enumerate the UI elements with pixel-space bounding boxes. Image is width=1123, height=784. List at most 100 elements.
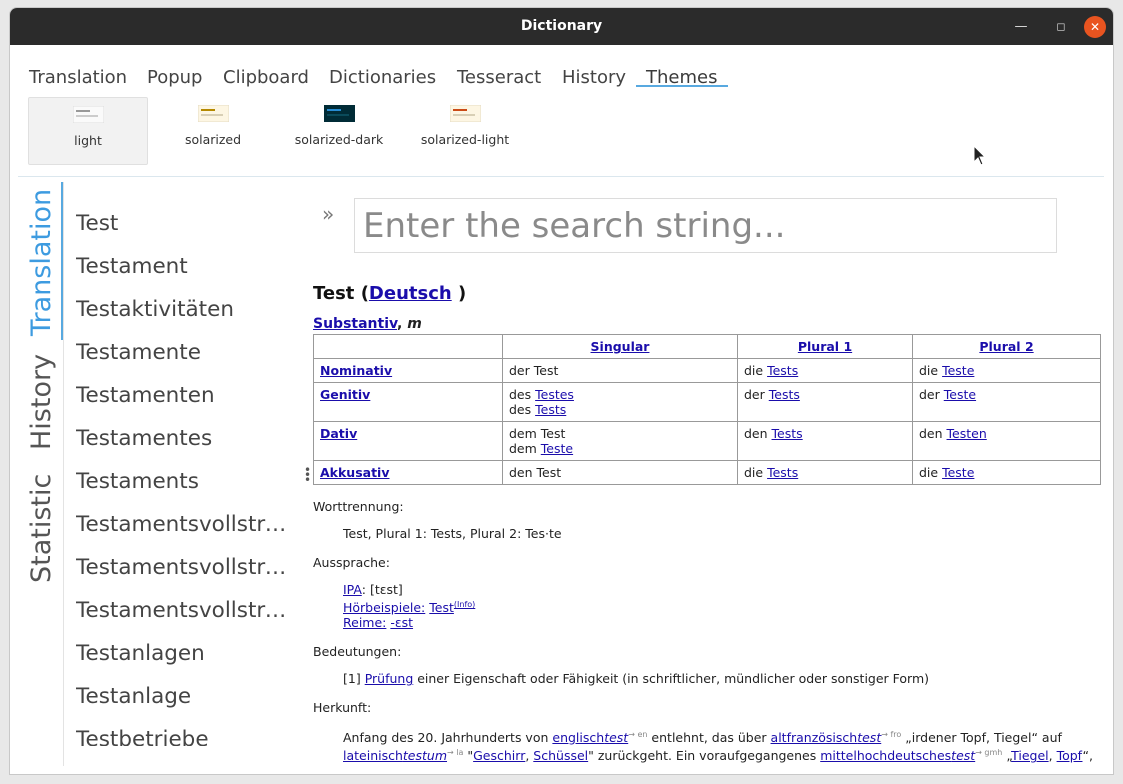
list-item[interactable]: Testamente	[76, 340, 288, 365]
herkunft-text-part: ,	[1048, 748, 1057, 764]
etymon-link[interactable]: test	[604, 730, 628, 745]
list-item[interactable]: Testaments	[76, 469, 288, 494]
etymology-link[interactable]: Topf	[1057, 748, 1083, 763]
minimize-icon[interactable]: —	[1010, 16, 1032, 38]
header-link[interactable]: Plural 1	[798, 339, 852, 354]
list-item[interactable]: Testbetriebe	[76, 727, 288, 746]
bedeutung-link[interactable]: Prüfung	[365, 671, 414, 686]
form-link[interactable]: Testes	[535, 387, 574, 402]
form-link[interactable]: Tests	[772, 426, 803, 441]
side-tab-history[interactable]: History	[18, 354, 64, 454]
list-item[interactable]: Testamentes	[76, 426, 288, 451]
list-item[interactable]: Testanlage	[76, 684, 288, 709]
form-text: Test	[533, 363, 559, 378]
etymon-link[interactable]: test	[951, 748, 975, 763]
gender: m	[407, 316, 422, 332]
theme-solarized-light-label: solarized-light	[420, 132, 510, 147]
title-bar: Dictionary — ◻ ✕	[10, 8, 1113, 45]
declension-table: Singular Plural 1 Plural 2 Nominativ der …	[313, 334, 1101, 485]
close-icon[interactable]: ✕	[1084, 16, 1106, 38]
theme-solarized[interactable]: solarized	[154, 97, 272, 163]
audio-link[interactable]: Test	[429, 600, 454, 615]
tab-translation[interactable]: Translation	[29, 67, 127, 88]
herkunft-text-part: „irdener Topf, Tiegel“ auf	[901, 730, 1062, 746]
search-input[interactable]: Enter the search string...	[354, 198, 1057, 253]
form-cell: dem Test dem Teste	[502, 421, 738, 461]
reim-link[interactable]: -ɛst	[390, 615, 413, 630]
side-tabs: Translation History Statistic	[18, 184, 64, 766]
tab-clipboard[interactable]: Clipboard	[223, 67, 309, 88]
side-tab-history-label: History	[26, 353, 57, 450]
article-word: die	[919, 363, 943, 378]
etymology-link[interactable]: Tiegel	[1011, 748, 1049, 763]
etymology-link[interactable]: englisch	[552, 730, 604, 745]
side-tab-translation[interactable]: Translation	[18, 184, 64, 344]
theme-solarized-dark[interactable]: solarized-dark	[280, 97, 398, 163]
tab-history[interactable]: History	[562, 67, 626, 88]
form-link[interactable]: Teste	[944, 387, 976, 402]
case-link[interactable]: Dativ	[320, 426, 357, 441]
pos-link[interactable]: Substantiv	[313, 316, 397, 332]
list-item[interactable]: Test	[76, 211, 288, 236]
form-link[interactable]: Testen	[947, 426, 987, 441]
form-link[interactable]: Tests	[769, 387, 800, 402]
splitter-handle[interactable]: • • •	[304, 464, 311, 486]
list-item[interactable]: Testamentsvollstrecker	[76, 512, 288, 537]
form-cell: der Test	[502, 358, 738, 383]
case-link[interactable]: Genitiv	[320, 387, 370, 402]
tab-tesseract[interactable]: Tesseract	[457, 67, 541, 88]
list-item[interactable]: Testamentsvollstreckers	[76, 598, 288, 623]
theme-light[interactable]: light	[28, 97, 148, 165]
list-item[interactable]: Testaktivitäten	[76, 297, 288, 322]
etymology-link[interactable]: altfranzösisch	[771, 730, 858, 745]
maximize-icon[interactable]: ◻	[1050, 16, 1072, 38]
word-list: Test Testament Testaktivitäten Testament…	[76, 206, 296, 746]
table-row: Dativ dem Test dem Teste den Tests den Teste…	[313, 421, 1101, 461]
case-link[interactable]: Nominativ	[320, 363, 392, 378]
form-link[interactable]: Tests	[767, 465, 798, 480]
language-marker: → fro	[881, 730, 902, 740]
active-tab-indicator	[636, 85, 728, 87]
form-text: Test	[536, 465, 562, 480]
case-link[interactable]: Akkusativ	[320, 465, 389, 480]
etymology-link[interactable]: Geschirr	[473, 748, 525, 763]
worttrennung-text: Test, Plural 1: Tests, Plural 2: Tes·te	[343, 526, 562, 541]
etymology-link[interactable]: lateinisch	[343, 748, 403, 763]
form-link[interactable]: Tests	[767, 363, 798, 378]
table-header-row: Singular Plural 1 Plural 2	[313, 334, 1101, 359]
form-link[interactable]: Teste	[541, 441, 573, 456]
form-link[interactable]: Teste	[942, 363, 974, 378]
header-link[interactable]: Singular	[591, 339, 650, 354]
article-word: die	[744, 465, 768, 480]
list-item[interactable]: Testamenten	[76, 383, 288, 408]
form-link[interactable]: Tests	[535, 402, 566, 417]
article-word: der	[509, 363, 534, 378]
header-link[interactable]: Plural 2	[979, 339, 1033, 354]
tab-dictionaries[interactable]: Dictionaries	[329, 67, 436, 88]
hoerbeispiele-link[interactable]: Hörbeispiele:	[343, 600, 425, 615]
list-item[interactable]: Testamentsvollstreckern	[76, 555, 288, 580]
etymon-link[interactable]: testum	[403, 748, 447, 763]
language-link[interactable]: Deutsch	[369, 283, 452, 304]
case-cell: Genitiv	[313, 382, 503, 422]
side-tab-statistic[interactable]: Statistic	[18, 469, 64, 587]
etymology-link[interactable]: mittelhochdeutsches	[820, 748, 951, 763]
audio-info-link[interactable]: (Info)	[454, 600, 475, 609]
theme-solarized-label: solarized	[184, 132, 242, 147]
list-item[interactable]: Testanlagen	[76, 641, 288, 666]
theme-solarized-light[interactable]: solarized-light	[406, 97, 524, 163]
tab-popup[interactable]: Popup	[147, 67, 203, 88]
chevron-right-icon[interactable]: »	[322, 202, 334, 226]
form-link[interactable]: Teste	[942, 465, 974, 480]
ipa-link[interactable]: IPA	[343, 582, 362, 597]
table-row: Genitiv des Testes des Tests der Tests der T…	[313, 382, 1101, 422]
reime-link[interactable]: Reime:	[343, 615, 386, 630]
arrow-cursor-icon	[973, 145, 987, 166]
etymology-link[interactable]: Schüssel	[533, 748, 588, 763]
etymon-link[interactable]: test	[857, 730, 881, 745]
article-word: dem	[509, 441, 541, 456]
article-word: des	[509, 402, 536, 417]
form-cell: die Teste	[912, 358, 1101, 383]
list-item[interactable]: Testament	[76, 254, 288, 279]
ipa-text: : [tɛst]	[361, 582, 403, 597]
